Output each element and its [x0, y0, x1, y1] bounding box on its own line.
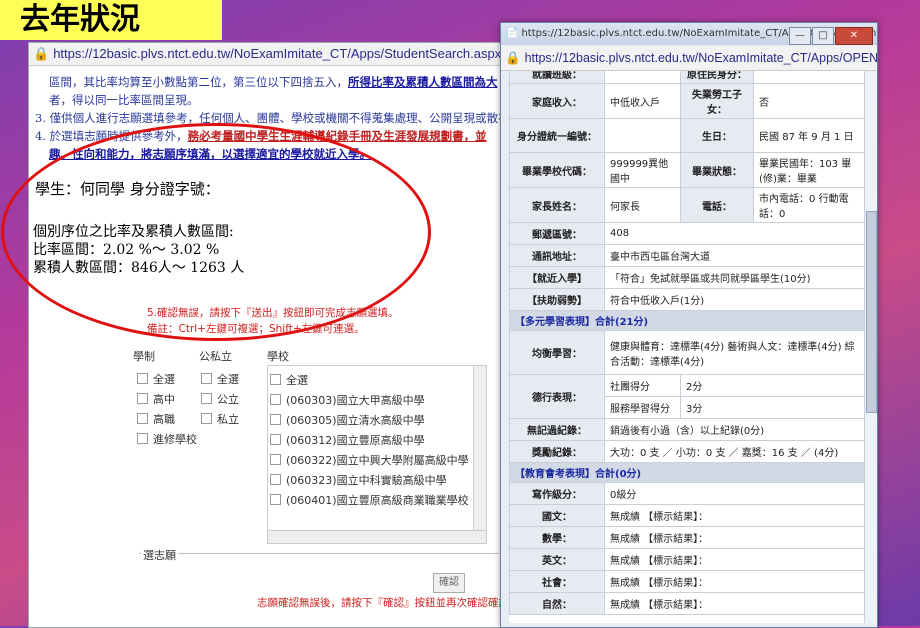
header-gongsi: 公私立: [199, 350, 232, 363]
popup-titlebar: 📄 https://12basic.plvs.ntct.edu.tw/NoExam…: [501, 23, 877, 45]
popup-scrollbar[interactable]: [864, 71, 877, 623]
xuezhi-continuing-checkbox[interactable]: 進修學校: [137, 431, 197, 447]
header-school: 學校: [267, 350, 289, 363]
school-item[interactable]: (060303)國立大甲高級中學: [270, 392, 425, 408]
gongsi-public-checkbox[interactable]: 公立: [201, 391, 239, 407]
gongsi-private-checkbox[interactable]: 私立: [201, 411, 239, 427]
confirm-button[interactable]: 確認: [433, 573, 465, 593]
school-list[interactable]: 全選 (060303)國立大甲高級中學 (060305)國立清水高級中學 (06…: [267, 365, 487, 532]
minimize-icon[interactable]: —: [789, 27, 811, 45]
header-xuezhi: 學制: [133, 350, 155, 363]
student-detail-popup: 📄 https://12basic.plvs.ntct.edu.tw/NoExam…: [500, 22, 878, 628]
choice-legend: 選志願: [141, 547, 178, 563]
address-url: https://12basic.plvs.ntct.edu.tw/NoExamI…: [53, 46, 502, 61]
close-icon[interactable]: ✕: [835, 27, 873, 45]
school-list-scrollbar[interactable]: [473, 366, 486, 531]
school-item[interactable]: (060322)國立中興大學附屬高級中學: [270, 452, 469, 468]
xuezhi-vocational-checkbox[interactable]: 高職: [137, 411, 175, 427]
popup-address-bar[interactable]: 🔒 https://12basic.plvs.ntct.edu.tw/NoExam…: [501, 46, 877, 71]
scrollbar-thumb[interactable]: [866, 211, 877, 413]
school-list-hscrollbar[interactable]: [267, 530, 487, 544]
school-item[interactable]: 全選: [270, 372, 308, 388]
popup-url: https://12basic.plvs.ntct.edu.tw/NoExamI…: [524, 51, 877, 65]
warning-notes: 5.確認無誤，請按下『送出』按鈕即可完成志願選填。 備註：Ctrl+左鍵可複選；…: [147, 307, 399, 335]
student-detail-table: 就讀班級： 原住民身分： 家庭收入： 中低收入戶 失業勞工子女：否 身分證統一編號：生…: [509, 71, 865, 615]
xuezhi-all-checkbox[interactable]: 全選: [137, 371, 175, 387]
page-icon: 📄: [506, 28, 519, 39]
school-item[interactable]: (060323)國立中科實驗高級中學: [270, 472, 447, 488]
confirm-note: 志願確認無誤後，請按下『確認』按鈕並再次確認確認區裡的: [257, 597, 541, 609]
xuezhi-high-checkbox[interactable]: 高中: [137, 391, 175, 407]
lock-icon: 🔒: [505, 51, 521, 65]
gongsi-all-checkbox[interactable]: 全選: [201, 371, 239, 387]
school-item[interactable]: (060401)國立豐原高級商業職業學校: [270, 492, 469, 508]
school-item[interactable]: (060312)國立豐原高級中學: [270, 432, 425, 448]
school-item[interactable]: (060305)國立清水高級中學: [270, 412, 425, 428]
maximize-icon[interactable]: □: [812, 27, 834, 45]
student-detail-content: 就讀班級： 原住民身分： 家庭收入： 中低收入戶 失業勞工子女：否 身分證統一編號：生…: [509, 71, 865, 623]
lock-icon: 🔒: [33, 46, 50, 61]
slide-title: 去年狀況: [0, 0, 222, 40]
